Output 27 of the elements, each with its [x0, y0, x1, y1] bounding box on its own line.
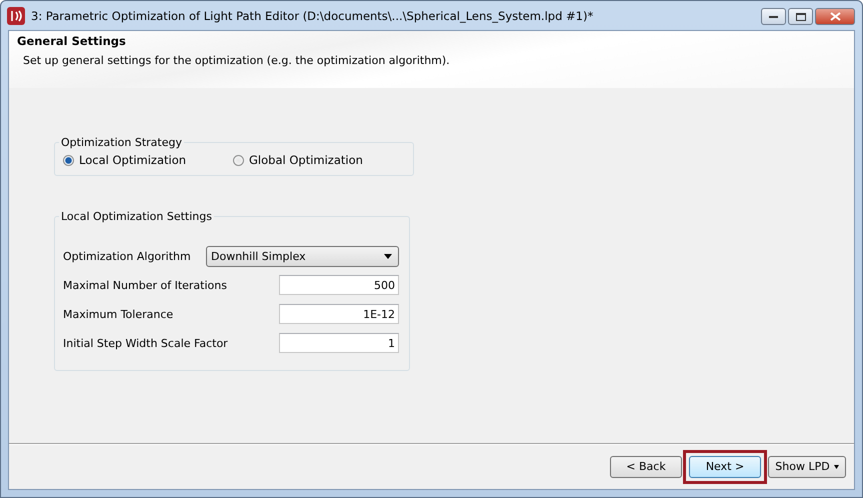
menu-button[interactable]: Show LPD	[768, 456, 846, 478]
wizard-button[interactable]: Next >	[689, 456, 761, 478]
radio-option[interactable]: Global Optimization	[233, 153, 403, 167]
field-label: Maximum Tolerance	[63, 308, 174, 320]
app-logo-icon	[7, 6, 25, 24]
close-icon	[830, 12, 840, 21]
input-field[interactable]: 1E-12	[279, 304, 399, 324]
group-legend: Local Optimization Settings	[59, 210, 214, 223]
minimize-button[interactable]	[761, 8, 786, 25]
group-legend: Optimization Strategy	[59, 136, 184, 149]
field-label: Maximal Number of Iterations	[63, 278, 227, 292]
dropdown-arrow-icon	[384, 254, 392, 258]
close-button[interactable]	[815, 8, 855, 25]
maximize-button[interactable]	[788, 8, 813, 25]
window-title: 3: Parametric Optimization of Light Path Editor (D:\documents\...\Spherical_Lens_System.lpd #1)*	[31, 8, 594, 22]
page-description: Set up general settings for the optimization (e.g. the optimization algorithm).	[23, 54, 451, 67]
minimize-icon	[769, 15, 778, 18]
algorithm-dropdown[interactable]: Downhill Simplex	[206, 246, 399, 266]
input-field[interactable]: 500	[279, 275, 399, 295]
field-label: Optimization Algorithm	[63, 250, 191, 262]
field-label: Initial Step Width Scale Factor	[63, 336, 228, 350]
caret-icon	[834, 464, 839, 468]
radio-option[interactable]: Local Optimization	[63, 153, 233, 167]
maximize-icon	[796, 12, 806, 20]
input-field[interactable]: 1	[279, 333, 399, 353]
wizard-button[interactable]: < Back	[610, 456, 682, 478]
page-title: General Settings	[17, 34, 127, 48]
